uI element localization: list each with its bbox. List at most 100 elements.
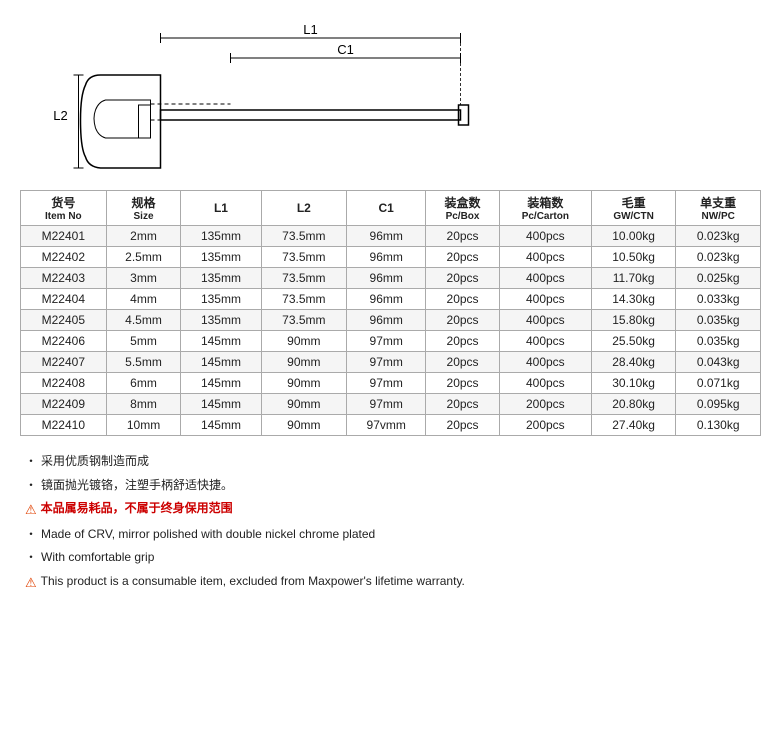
table-cell: 145mm [181,352,261,373]
table-cell: 135mm [181,226,261,247]
table-cell: 96mm [347,310,426,331]
table-cell: 400pcs [499,373,591,394]
table-row: M224022.5mm135mm73.5mm96mm20pcs400pcs10.… [21,247,761,268]
specs-table: 货号 Item No 规格 Size L1 L2 C1 装盒数 Pc/Box 装… [20,190,761,436]
table-body: M224012mm135mm73.5mm96mm20pcs400pcs10.00… [21,226,761,436]
table-cell: 400pcs [499,247,591,268]
table-cell: 0.033kg [676,289,761,310]
table-cell: 135mm [181,310,261,331]
table-cell: 20.80kg [591,394,676,415]
table-cell: 10mm [106,415,181,436]
table-row: M224044mm135mm73.5mm96mm20pcs400pcs14.30… [21,289,761,310]
data-table-section: 货号 Item No 规格 Size L1 L2 C1 装盒数 Pc/Box 装… [0,190,781,436]
table-cell: 2mm [106,226,181,247]
table-cell: 135mm [181,268,261,289]
table-row: M224086mm145mm90mm97mm20pcs400pcs30.10kg… [21,373,761,394]
table-cell: 73.5mm [261,289,347,310]
table-cell: 3mm [106,268,181,289]
table-cell: 97vmm [347,415,426,436]
table-cell: 0.071kg [676,373,761,394]
table-cell: 400pcs [499,226,591,247]
table-cell: 28.40kg [591,352,676,373]
table-cell: 90mm [261,394,347,415]
table-cell: 73.5mm [261,247,347,268]
table-cell: 90mm [261,331,347,352]
table-cell: 96mm [347,247,426,268]
note-6-warning-en: ⚠ This product is a consumable item, exc… [25,571,756,594]
table-cell: 90mm [261,373,347,394]
svg-text:L1: L1 [303,22,317,37]
table-cell: 10.50kg [591,247,676,268]
table-cell: 73.5mm [261,226,347,247]
table-cell: 30.10kg [591,373,676,394]
table-cell: 0.023kg [676,226,761,247]
table-cell: 0.035kg [676,331,761,352]
note-3-warning: ⚠ 本品属易耗品，不属于终身保用范围 [25,498,756,521]
table-cell: 8mm [106,394,181,415]
table-cell: 20pcs [426,289,500,310]
svg-text:C1: C1 [337,42,354,57]
table-row: M224054.5mm135mm73.5mm96mm20pcs400pcs15.… [21,310,761,331]
table-cell: 0.130kg [676,415,761,436]
table-cell: 135mm [181,247,261,268]
table-row: M224012mm135mm73.5mm96mm20pcs400pcs10.00… [21,226,761,247]
table-cell: 97mm [347,331,426,352]
table-cell: 4.5mm [106,310,181,331]
table-cell: 96mm [347,268,426,289]
table-cell: M22401 [21,226,107,247]
table-header-row-1: 货号 Item No 规格 Size L1 L2 C1 装盒数 Pc/Box 装… [21,191,761,226]
col-header-pc-carton: 装箱数 Pc/Carton [499,191,591,226]
table-cell: 20pcs [426,415,500,436]
table-cell: M22404 [21,289,107,310]
table-cell: 400pcs [499,310,591,331]
table-cell: M22407 [21,352,107,373]
table-cell: 145mm [181,394,261,415]
table-cell: 73.5mm [261,310,347,331]
table-cell: M22402 [21,247,107,268]
note-5: ・ With comfortable grip [25,547,756,569]
note-2: ・ 镜面抛光镀铬，注塑手柄舒适快捷。 [25,475,756,497]
table-cell: 97mm [347,352,426,373]
table-cell: 5.5mm [106,352,181,373]
table-cell: M22409 [21,394,107,415]
table-cell: 0.035kg [676,310,761,331]
table-cell: M22405 [21,310,107,331]
table-cell: 20pcs [426,373,500,394]
col-header-nw: 单支重 NW/PC [676,191,761,226]
table-row: M224033mm135mm73.5mm96mm20pcs400pcs11.70… [21,268,761,289]
table-cell: 90mm [261,352,347,373]
col-header-l1: L1 [181,191,261,226]
table-cell: 20pcs [426,352,500,373]
table-cell: M22408 [21,373,107,394]
table-cell: 20pcs [426,394,500,415]
table-row: M224065mm145mm90mm97mm20pcs400pcs25.50kg… [21,331,761,352]
table-cell: 400pcs [499,331,591,352]
table-cell: 145mm [181,415,261,436]
col-header-gw: 毛重 GW/CTN [591,191,676,226]
col-header-c1: C1 [347,191,426,226]
table-cell: 6mm [106,373,181,394]
note-1: ・ 采用优质钢制造而成 [25,451,756,473]
table-cell: 200pcs [499,415,591,436]
table-cell: 0.025kg [676,268,761,289]
table-cell: 97mm [347,394,426,415]
table-cell: 0.023kg [676,247,761,268]
diagram-section: L1 C1 L2 [0,0,781,190]
warning-icon-1: ⚠ [25,498,37,521]
table-cell: 20pcs [426,331,500,352]
table-cell: 20pcs [426,268,500,289]
table-cell: 15.80kg [591,310,676,331]
table-cell: 25.50kg [591,331,676,352]
table-cell: 20pcs [426,226,500,247]
table-cell: 97mm [347,373,426,394]
table-cell: 400pcs [499,268,591,289]
table-cell: 5mm [106,331,181,352]
table-cell: 400pcs [499,352,591,373]
table-cell: 27.40kg [591,415,676,436]
table-row: M2241010mm145mm90mm97vmm20pcs200pcs27.40… [21,415,761,436]
table-cell: 200pcs [499,394,591,415]
table-cell: 20pcs [426,247,500,268]
table-cell: 0.095kg [676,394,761,415]
table-cell: 0.043kg [676,352,761,373]
svg-text:L2: L2 [53,108,67,123]
